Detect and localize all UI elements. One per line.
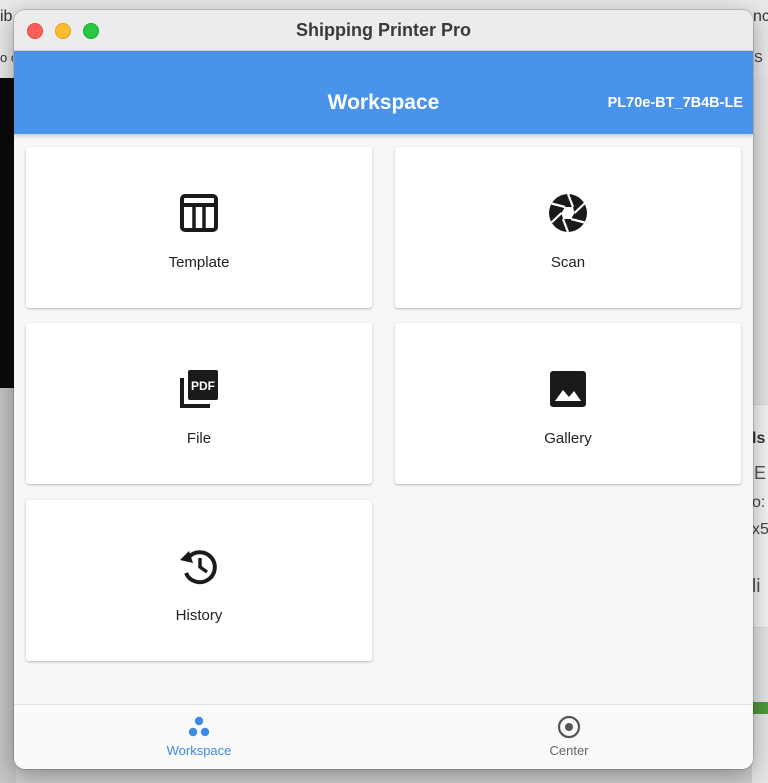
nav-label: Workspace	[166, 743, 232, 758]
camera-shutter-icon	[549, 193, 587, 233]
background-text-fragment: ls	[752, 430, 766, 447]
nav-item-center[interactable]: Center	[469, 705, 669, 769]
tile-label: File	[186, 430, 212, 447]
background-text-fragment: ib	[0, 8, 13, 25]
file-tile[interactable]: PDF File	[26, 323, 372, 484]
template-tile[interactable]: Template	[26, 147, 372, 308]
template-icon	[180, 194, 218, 232]
gallery-tile[interactable]: Gallery	[395, 323, 741, 484]
app-window: Shipping Printer Pro Workspace PL70e-BT_…	[14, 10, 753, 769]
tile-label: Gallery	[544, 430, 592, 447]
connected-device-label[interactable]: PL70e-BT_7B4B-LE	[608, 95, 743, 111]
tile-label: Template	[168, 254, 230, 271]
svg-text:PDF: PDF	[191, 379, 215, 393]
background-text-fragment: o c	[0, 50, 13, 65]
scan-tile[interactable]: Scan	[395, 147, 741, 308]
bottom-navigation: Workspace Center	[14, 704, 753, 769]
background-text-fragment: li	[752, 576, 761, 597]
background-window-green-bar	[752, 702, 768, 714]
nav-label: Center	[549, 743, 589, 758]
tile-label: History	[175, 607, 223, 624]
nav-item-workspace[interactable]: Workspace	[99, 705, 299, 769]
window-title: Shipping Printer Pro	[295, 20, 471, 40]
pdf-file-icon: PDF	[180, 370, 218, 408]
history-icon	[180, 550, 217, 585]
workspace-icon	[188, 716, 210, 737]
tile-label: Scan	[550, 254, 586, 271]
target-icon	[557, 715, 581, 739]
app-bar: Workspace PL70e-BT_7B4B-LE	[14, 51, 753, 134]
background-text-fragment: nc	[753, 8, 768, 25]
background-text-fragment: o:	[752, 494, 766, 511]
background-text-fragment: E	[754, 463, 767, 483]
image-icon	[550, 371, 586, 407]
history-tile[interactable]: History	[26, 500, 372, 661]
background-text-fragment: x5	[752, 521, 768, 538]
window-titlebar[interactable]: Shipping Printer Pro	[14, 10, 753, 51]
background-text-fragment: S	[754, 50, 763, 65]
